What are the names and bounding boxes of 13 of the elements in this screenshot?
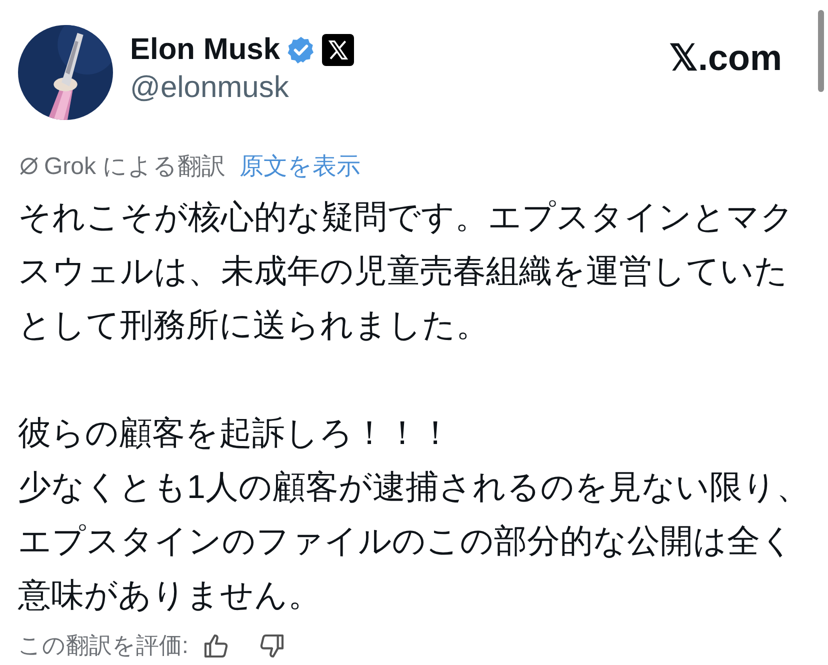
show-original-link[interactable]: 原文を表示 [240,150,361,182]
post-text: 少なくとも1人の顧客が逮捕されるのを見ない限り、エプスタインのファイルのこの部分的な公開は全く意味がありません。 [18,467,810,615]
post-text: 彼らの顧客を起訴しろ！！！ [18,413,453,453]
author-handle[interactable]: @elonmusk [130,71,354,105]
site-logo: 𝕏.com [668,37,782,79]
author-name[interactable]: Elon Musk [130,33,280,67]
thumbs-down-icon[interactable] [258,632,286,660]
slashed-circle-icon [18,155,40,177]
thumbs-up-icon[interactable] [202,632,230,660]
post-text: それこそが核心的な疑問です。エプスタインとマクスウェルは、未成年の児童売春組織を運営していたとして刑務所に送られました。 [18,197,795,345]
rate-translation-label: この翻訳を評価: [18,631,188,660]
x-logo-icon [322,34,354,66]
translation-label: Grok による翻訳 [44,152,226,182]
